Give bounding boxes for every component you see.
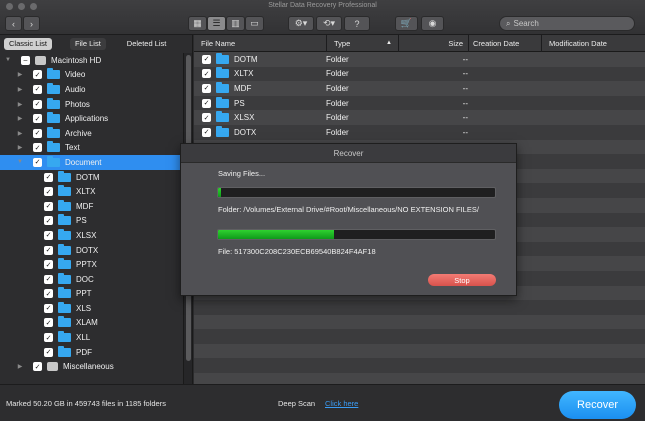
overall-progress-fill <box>218 188 221 197</box>
dialog-title: Recover <box>181 144 516 163</box>
current-folder-path: Folder: /Volumes/External Drive/#Root/Mi… <box>218 205 479 214</box>
saving-status: Saving Files... <box>218 169 266 178</box>
overall-progress-bar <box>217 187 496 198</box>
modal-overlay: Recover Saving Files... Folder: /Volumes… <box>0 0 645 421</box>
file-progress-fill <box>218 230 335 239</box>
current-file-name: File: 517300C208C230ECB69540B824F4AF18 <box>218 247 376 256</box>
stop-button[interactable]: Stop <box>428 274 496 286</box>
recover-dialog: Recover Saving Files... Folder: /Volumes… <box>180 143 517 296</box>
file-progress-bar <box>217 229 496 240</box>
